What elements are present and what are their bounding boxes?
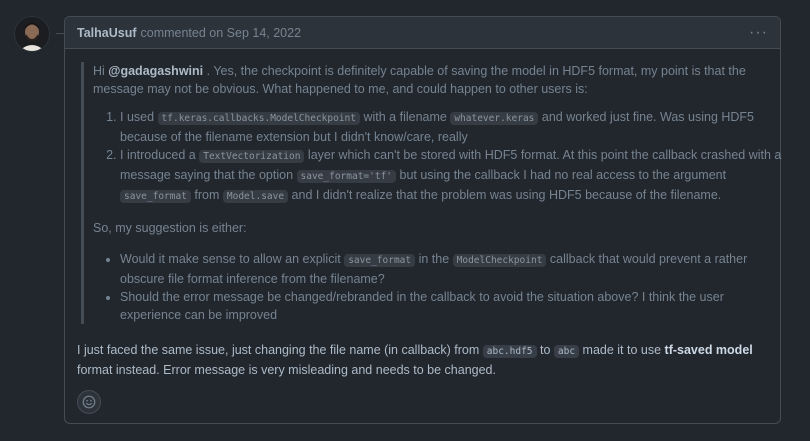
inline-code: tf.keras.callbacks.ModelCheckpoint [157, 112, 360, 125]
comment-box: TalhaUsuf commented on Sep 14, 2022 ··· … [64, 16, 781, 424]
inline-code: save_format [344, 254, 416, 267]
list-item: Should the error message be changed/rebr… [120, 288, 783, 324]
quote-bullet-list: Would it make sense to allow an explicit… [93, 250, 783, 324]
quoted-text: Hi @gadagashwini . Yes, the checkpoint i… [81, 62, 783, 324]
list-item: I introduced a TextVectorization layer w… [120, 146, 783, 206]
timeline-connector [56, 33, 64, 34]
inline-code: TextVectorization [199, 150, 305, 163]
quote-intro-prefix: Hi [93, 64, 109, 78]
quote-suggestion: So, my suggestion is either: [93, 221, 247, 235]
inline-code: save_format='tf' [296, 170, 397, 183]
inline-code: save_format [120, 190, 191, 203]
inline-code: abc.hdf5 [482, 345, 537, 358]
inline-code: Model.save [222, 190, 289, 203]
user-mention-link[interactable]: @gadagashwini [108, 64, 203, 78]
bold-text: tf-saved model [664, 343, 753, 357]
smiley-icon [82, 395, 96, 409]
avatar-image [15, 17, 49, 51]
kebab-horizontal-icon[interactable]: ··· [749, 24, 768, 41]
comment-author-link[interactable]: TalhaUsuf [77, 26, 137, 40]
list-item: Would it make sense to allow an explicit… [120, 250, 783, 288]
reply-text: I just faced the same issue, just changi… [77, 343, 753, 377]
inline-code: abc [553, 345, 580, 358]
list-item: I used tf.keras.callbacks.ModelCheckpoin… [120, 108, 783, 146]
inline-code: ModelCheckpoint [452, 254, 547, 267]
comment-timestamp[interactable]: commented on Sep 14, 2022 [141, 26, 302, 40]
quote-intro: Hi @gadagashwini . Yes, the checkpoint i… [93, 62, 783, 98]
comment-header: TalhaUsuf commented on Sep 14, 2022 ··· [65, 17, 780, 49]
inline-code: whatever.keras [450, 112, 539, 125]
quote-ordered-list: I used tf.keras.callbacks.ModelCheckpoin… [93, 108, 783, 206]
add-reaction-button[interactable] [77, 390, 101, 414]
avatar[interactable] [14, 16, 50, 52]
